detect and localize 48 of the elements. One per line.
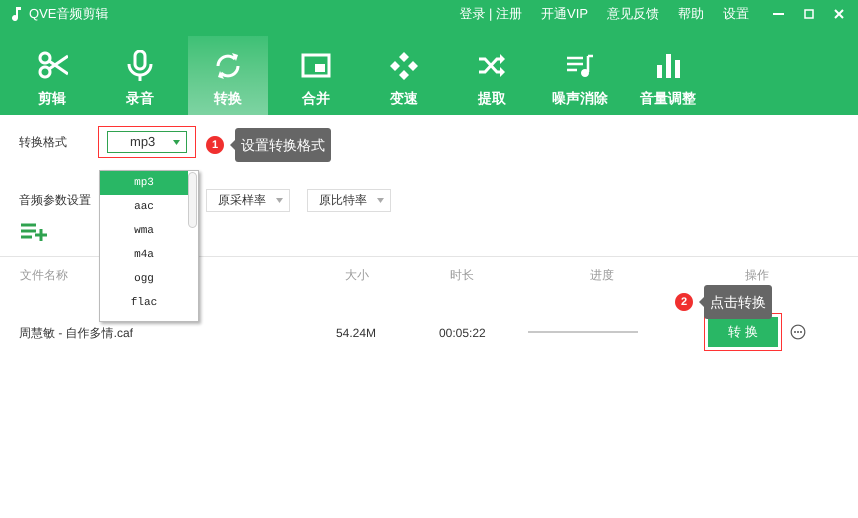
music-note-icon: [9, 7, 21, 21]
add-list-icon[interactable]: [21, 223, 49, 241]
diamonds-icon: [388, 50, 420, 82]
caret-icon: [276, 198, 283, 202]
top-link[interactable]: 意见反馈: [607, 4, 659, 24]
tab[interactable]: 噪声消除: [540, 36, 620, 115]
top-link[interactable]: 设置: [723, 4, 749, 24]
tooltip: 点击转换: [704, 285, 772, 319]
column-header: 大小: [345, 267, 369, 284]
dropdown-option[interactable]: mp3: [100, 171, 188, 195]
tab[interactable]: 音量调整: [628, 36, 708, 115]
tab[interactable]: 录音: [100, 36, 180, 115]
step-badge: 1: [206, 136, 224, 154]
file-name: 周慧敏 - 自作多情.caf: [19, 325, 134, 342]
close-icon[interactable]: [834, 9, 844, 19]
caret-icon: [173, 140, 180, 144]
dropdown-option[interactable]: flac: [100, 291, 188, 315]
column-header: 进度: [590, 267, 614, 284]
top-link[interactable]: 登录 | 注册: [459, 4, 522, 24]
convert-button[interactable]: 转 换: [708, 317, 778, 347]
column-header: 文件名称: [20, 267, 68, 284]
format-label: 转换格式: [19, 134, 68, 151]
file-size: 54.24M: [336, 325, 376, 342]
dropdown-select[interactable]: 原采样率: [206, 188, 290, 212]
tab[interactable]: 变速: [364, 36, 444, 115]
maximize-icon[interactable]: [804, 9, 814, 19]
dropdown-option[interactable]: ogg: [100, 267, 188, 291]
top-link[interactable]: 帮助: [678, 4, 704, 24]
file-duration: 00:05:22: [439, 325, 486, 342]
column-header: 时长: [450, 267, 474, 284]
tab[interactable]: 转换: [188, 36, 268, 115]
tab[interactable]: 合并: [276, 36, 356, 115]
dropdown-option[interactable]: aac: [100, 195, 188, 219]
tab[interactable]: 剪辑: [12, 36, 92, 115]
tooltip: 设置转换格式: [235, 128, 331, 162]
audio-params-label: 音频参数设置: [19, 192, 91, 209]
scrollbar-thumb[interactable]: [188, 172, 197, 228]
top-link[interactable]: 开通VIP: [541, 4, 588, 24]
dropdown-select[interactable]: 原比特率: [307, 188, 391, 212]
tab[interactable]: 提取: [452, 36, 532, 115]
step-badge: 2: [675, 293, 693, 311]
dropdown-option[interactable]: wma: [100, 219, 188, 243]
caret-icon: [377, 198, 384, 202]
column-header: 操作: [745, 267, 769, 284]
dropdown-option[interactable]: m4a: [100, 243, 188, 267]
window-title: QVE音频剪辑: [29, 5, 108, 24]
format-select[interactable]: mp3: [107, 131, 187, 153]
more-icon[interactable]: [790, 324, 806, 340]
